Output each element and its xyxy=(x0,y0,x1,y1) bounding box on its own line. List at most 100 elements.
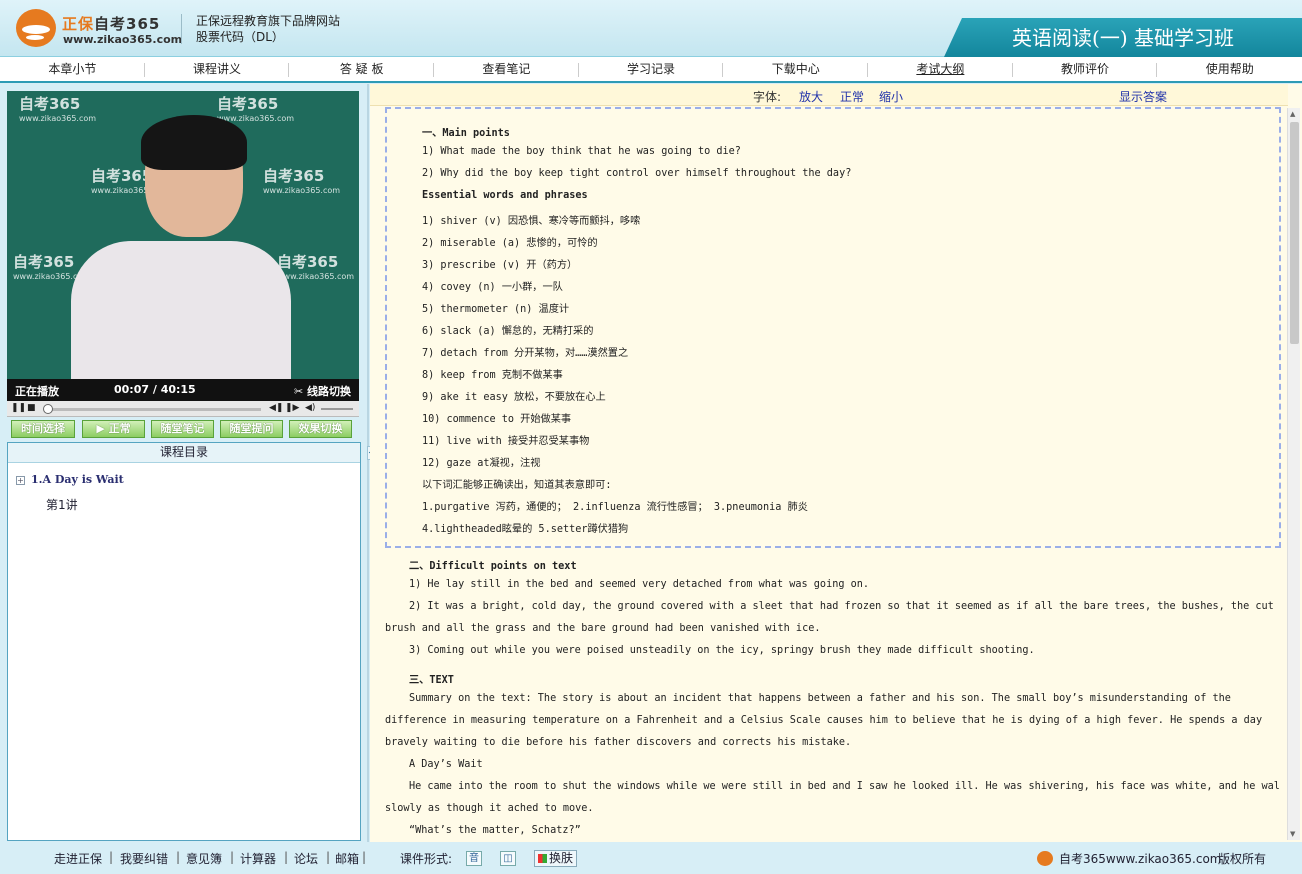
footer-logo-icon xyxy=(1037,851,1053,866)
panel-divider[interactable] xyxy=(367,84,369,842)
nav-study-record[interactable]: 学习记录 xyxy=(579,57,724,81)
expand-icon[interactable]: + xyxy=(16,476,25,485)
nav-chapter-summary[interactable]: 本章小节 xyxy=(0,57,145,81)
nav-view-notes[interactable]: 查看笔记 xyxy=(434,57,579,81)
nav-help[interactable]: 使用帮助 xyxy=(1157,57,1302,81)
show-answer-link[interactable]: 显示答案 xyxy=(1119,88,1167,105)
section-heading: 三、TEXT xyxy=(409,675,454,686)
left-panel: 自考365 www.zikao365.com 自考365 www.zikao365.… xyxy=(7,91,361,841)
font-label: 字体: xyxy=(753,90,782,104)
seek-bar[interactable] xyxy=(45,408,261,411)
player-button-row: 时间选择 ▶ 正常 随堂笔记 随堂提问 效果切换 xyxy=(7,420,359,440)
text-line: Summary on the text: The story is about … xyxy=(409,693,1231,704)
footer-separator: | xyxy=(284,850,289,864)
scrollbar-thumb[interactable] xyxy=(1290,122,1299,344)
text-line: 2) miserable (a) 悲惨的，可怜的 xyxy=(422,238,598,249)
text-line: 以下词汇能够正确读出，知道其表意即可: xyxy=(422,480,612,491)
nav-lecture-notes[interactable]: 课程讲义 xyxy=(145,57,290,81)
footer-separator: | xyxy=(109,850,114,864)
text-line: 3) prescribe (v) 开（药方） xyxy=(422,260,578,271)
section-heading: Essential words and phrases xyxy=(422,190,588,201)
text-line: 11) live with 接受并忍受某事物 xyxy=(422,436,590,447)
nav-download-center[interactable]: 下载中心 xyxy=(723,57,868,81)
text-line: 12) gaze at凝视，注视 xyxy=(422,458,541,469)
footer-link-feedback[interactable]: 意见簿 xyxy=(186,850,222,867)
footer-separator: | xyxy=(326,850,331,864)
video-watermark: 自考365 www.zikao365.com xyxy=(19,95,97,123)
layout-mode-icon[interactable]: ◫ xyxy=(500,851,516,866)
pause-icon[interactable]: ❚❚ xyxy=(11,403,26,413)
key-points-box: 一、Main points 1) What made the boy think… xyxy=(385,107,1281,548)
footer-link-about[interactable]: 走进正保 xyxy=(54,850,102,867)
toc-lecture-item[interactable]: 第1讲 xyxy=(46,496,78,513)
nav-teacher-review[interactable]: 教师评价 xyxy=(1013,57,1158,81)
content-panel: 字体: 放大 正常 缩小 显示答案 一、Main points 1) What … xyxy=(370,84,1302,842)
volume-slider[interactable] xyxy=(321,408,353,410)
toc-chapter-item[interactable]: +1.A Day is Wait xyxy=(16,473,124,486)
line-switch-button[interactable]: ✂ 线路切换 xyxy=(294,383,351,399)
volume-icon[interactable]: ◀) xyxy=(305,403,315,413)
lecturer-hair xyxy=(141,115,247,170)
scroll-up-icon[interactable]: ▲ xyxy=(1290,110,1295,118)
text-line: 2) Why did the boy keep tight control ov… xyxy=(422,168,852,179)
rewind-icon[interactable]: ◀❚ xyxy=(269,403,283,413)
section-heading: 二、Difficult points on text xyxy=(409,561,577,572)
content-scrollbar[interactable]: ▲ ▼ xyxy=(1287,108,1300,840)
text-line: “What’s the matter, Schatz?” xyxy=(409,825,581,836)
text-line: 4) covey (n) 一小群，一队 xyxy=(422,282,563,293)
lecturer-body xyxy=(71,241,291,379)
text-line: 1) He lay still in the bed and seemed ve… xyxy=(409,579,870,590)
lecture-content: 一、Main points 1) What made the boy think… xyxy=(385,106,1281,842)
tagline: 正保远程教育旗下品牌网站 xyxy=(196,14,341,28)
footer-site-link[interactable]: 自考365www.zikao365.com xyxy=(1059,850,1221,867)
video-player[interactable]: 自考365 www.zikao365.com 自考365 www.zikao365.… xyxy=(7,91,359,379)
text-line: brush and all the grass and the bare gro… xyxy=(385,623,821,634)
footer-separator: | xyxy=(230,850,235,864)
player-controls: ❚❚ ■ ◀❚ ❚▶ ◀) xyxy=(7,401,359,417)
class-notes-button[interactable]: 随堂笔记 xyxy=(151,420,214,438)
text-line: 5) thermometer (n) 温度计 xyxy=(422,304,570,315)
toc-title: 课程目录 xyxy=(8,443,360,463)
footer-separator: | xyxy=(176,850,181,864)
stop-icon[interactable]: ■ xyxy=(27,403,36,413)
nav-qa-board[interactable]: 答 疑 板 xyxy=(289,57,434,81)
play-time: 00:07 / 40:15 xyxy=(114,383,196,396)
font-normal-link[interactable]: 正常 xyxy=(840,88,864,105)
course-toc: 课程目录 +1.A Day is Wait 第1讲 xyxy=(7,442,361,841)
footer-link-calculator[interactable]: 计算器 xyxy=(240,850,276,867)
font-toolbar: 字体: 放大 正常 缩小 显示答案 xyxy=(370,84,1288,106)
main-nav: 本章小节 课程讲义 答 疑 板 查看笔记 学习记录 下载中心 考试大纲 教师评价… xyxy=(0,57,1302,83)
class-question-button[interactable]: 随堂提问 xyxy=(220,420,283,438)
tools-icon: ✂ xyxy=(293,385,307,398)
text-line: 10) commence to 开始做某事 xyxy=(422,414,572,425)
speed-normal-button[interactable]: ▶ 正常 xyxy=(82,420,145,438)
nav-exam-syllabus[interactable]: 考试大纲 xyxy=(868,57,1013,81)
header: 正保自考365 www.zikao365.com 正保远程教育旗下品牌网站 股票… xyxy=(0,0,1302,57)
text-line: 9) ake it easy 放松，不要放在心上 xyxy=(422,392,606,403)
skin-button[interactable]: 换肤 xyxy=(534,850,577,867)
video-watermark: 自考365 www.zikao365.com xyxy=(277,253,355,281)
audio-mode-icon[interactable]: 音 xyxy=(466,851,482,866)
footer-link-report-error[interactable]: 我要纠错 xyxy=(120,850,168,867)
zikao-logo-icon[interactable] xyxy=(16,9,56,47)
copyright: 版权所有 xyxy=(1218,852,1267,866)
footer: 走进正保 | 我要纠错 | 意见簿 | 计算器 | 论坛 | 邮箱 | 课件形式… xyxy=(0,842,1302,874)
header-divider xyxy=(181,14,182,44)
font-enlarge-link[interactable]: 放大 xyxy=(799,88,823,105)
text-line: 2) It was a bright, cold day, the ground… xyxy=(409,601,1274,612)
text-line: He came into the room to shut the window… xyxy=(409,781,1281,792)
effect-switch-button[interactable]: 效果切换 xyxy=(289,420,352,438)
font-shrink-link[interactable]: 缩小 xyxy=(879,88,903,105)
text-line: 3) Coming out while you were poised unst… xyxy=(409,645,1035,656)
text-line: difference in measuring temperature on a… xyxy=(385,715,1263,726)
footer-link-forum[interactable]: 论坛 xyxy=(294,850,318,867)
brand-name: 正保自考365 xyxy=(62,15,161,33)
seek-handle[interactable] xyxy=(43,404,53,414)
text-line: 8) keep from 克制不做某事 xyxy=(422,370,563,381)
footer-link-mail[interactable]: 邮箱 xyxy=(335,850,359,867)
play-status: 正在播放 xyxy=(15,385,59,398)
scroll-down-icon[interactable]: ▼ xyxy=(1290,830,1295,838)
text-line: 6) slack (a) 懈怠的，无精打采的 xyxy=(422,326,594,337)
forward-icon[interactable]: ❚▶ xyxy=(285,403,299,413)
time-select-button[interactable]: 时间选择 xyxy=(11,420,75,438)
